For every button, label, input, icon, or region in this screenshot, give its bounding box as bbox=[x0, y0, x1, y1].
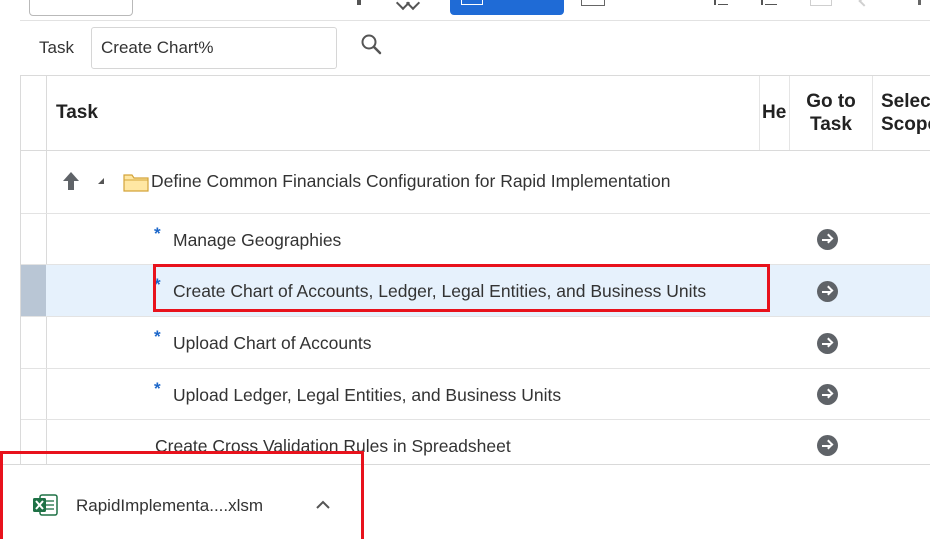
column-header-help[interactable]: He bbox=[759, 76, 789, 150]
divider bbox=[20, 20, 930, 21]
row-selector[interactable] bbox=[21, 214, 46, 264]
collapse-triangle-icon[interactable] bbox=[98, 178, 104, 184]
table-row-selected[interactable]: * Create Chart of Accounts, Ledger, Lega… bbox=[21, 265, 930, 317]
app-root: Task Task He Go to Task Selec Scope bbox=[0, 0, 930, 539]
toolbar-button[interactable] bbox=[29, 0, 133, 16]
go-to-task-arrow-icon[interactable] bbox=[817, 281, 838, 302]
required-asterisk: * bbox=[154, 327, 161, 346]
table-row[interactable]: * Upload Ledger, Legal Entities, and Bus… bbox=[21, 369, 930, 420]
header-line: Task bbox=[810, 114, 852, 135]
excel-file-icon bbox=[31, 492, 59, 518]
table-row-parent[interactable]: Define Common Financials Configuration f… bbox=[21, 150, 930, 214]
column-header-select-scope[interactable]: Selec Scope bbox=[872, 76, 930, 150]
header-line: Go to bbox=[806, 91, 856, 112]
download-file-name[interactable]: RapidImplementa....xlsm bbox=[76, 496, 263, 516]
parent-task-label[interactable]: Define Common Financials Configuration f… bbox=[151, 171, 670, 192]
download-item[interactable]: RapidImplementa....xlsm bbox=[27, 489, 347, 523]
calendar-icon bbox=[461, 0, 483, 5]
table-row[interactable]: * Upload Chart of Accounts bbox=[21, 317, 930, 369]
task-label[interactable]: Upload Chart of Accounts bbox=[173, 333, 371, 354]
task-label[interactable]: Create Cross Validation Rules in Spreads… bbox=[155, 436, 511, 457]
column-header-go-to-task[interactable]: Go to Task bbox=[789, 76, 872, 150]
table-row[interactable]: * Manage Geographies bbox=[21, 214, 930, 265]
required-asterisk: * bbox=[154, 275, 161, 294]
task-label[interactable]: Manage Geographies bbox=[173, 230, 341, 251]
expand-all-icon[interactable] bbox=[396, 0, 422, 6]
indent-icon[interactable] bbox=[710, 0, 730, 5]
row-selector[interactable] bbox=[21, 369, 46, 419]
go-to-task-arrow-icon[interactable] bbox=[817, 229, 838, 250]
magnifier-icon[interactable] bbox=[358, 32, 388, 62]
table-header: Task He Go to Task Selec Scope bbox=[21, 76, 930, 151]
export-icon[interactable] bbox=[581, 0, 605, 6]
go-to-task-arrow-icon[interactable] bbox=[817, 333, 838, 354]
task-table: Task He Go to Task Selec Scope bbox=[20, 75, 930, 471]
go-to-task-arrow-icon[interactable] bbox=[817, 384, 838, 405]
header-line: Scope bbox=[881, 114, 930, 135]
detach-icon[interactable] bbox=[810, 0, 832, 6]
toolbar bbox=[0, 0, 930, 20]
chevron-up-icon[interactable] bbox=[312, 494, 334, 516]
task-label[interactable]: Create Chart of Accounts, Ledger, Legal … bbox=[173, 281, 706, 302]
move-up-icon[interactable] bbox=[61, 170, 81, 192]
required-asterisk: * bbox=[154, 224, 161, 243]
toolbar-icon[interactable] bbox=[357, 0, 361, 5]
more-icon[interactable] bbox=[918, 0, 921, 5]
row-selector[interactable] bbox=[21, 150, 46, 213]
go-to-task-arrow-icon[interactable] bbox=[817, 435, 838, 456]
row-selector[interactable] bbox=[21, 265, 46, 316]
task-label[interactable]: Upload Ledger, Legal Entities, and Busin… bbox=[173, 385, 561, 406]
folder-icon bbox=[123, 172, 149, 192]
required-asterisk: * bbox=[154, 379, 161, 398]
outdent-icon[interactable] bbox=[757, 0, 779, 5]
back-icon[interactable] bbox=[858, 0, 868, 6]
header-line: Selec bbox=[881, 91, 930, 112]
primary-toolbar-button[interactable] bbox=[450, 0, 564, 15]
search-label: Task bbox=[39, 38, 74, 57]
column-header-task[interactable]: Task bbox=[56, 76, 756, 150]
download-bar: RapidImplementa....xlsm bbox=[0, 464, 930, 539]
row-selector[interactable] bbox=[21, 317, 46, 368]
task-search-input[interactable] bbox=[91, 27, 337, 69]
